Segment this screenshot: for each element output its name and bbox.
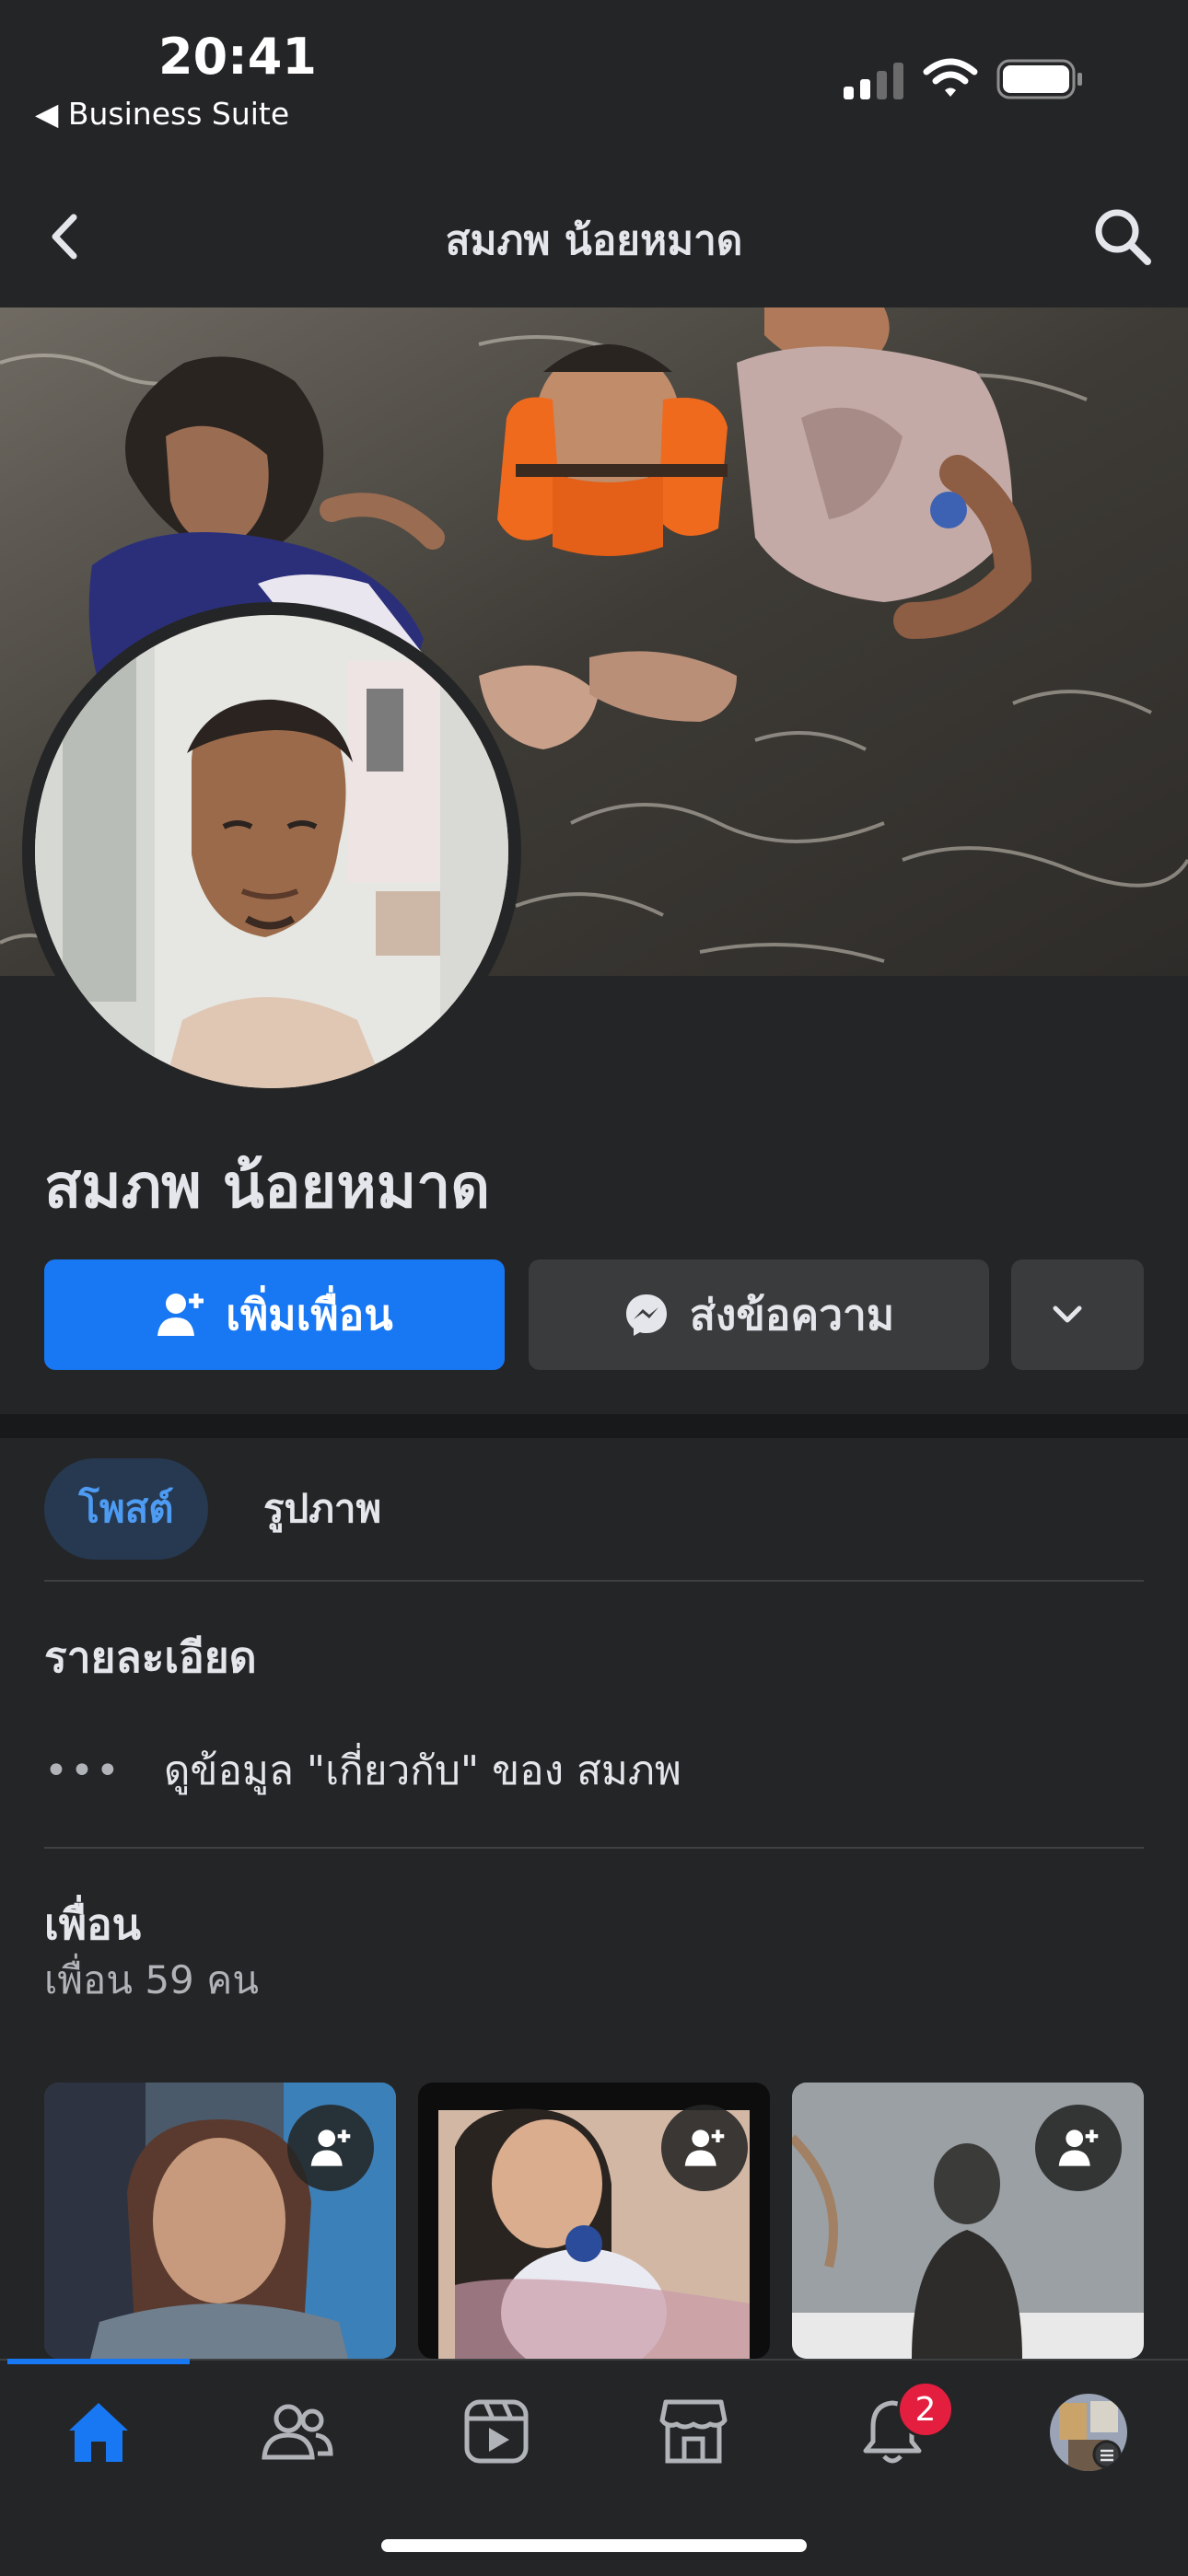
add-friend-button[interactable]: เพิ่มเพื่อน bbox=[44, 1259, 505, 1370]
add-friend-label: เพิ่มเพื่อน bbox=[226, 1289, 393, 1340]
add-friend-icon[interactable] bbox=[287, 2105, 374, 2191]
home-indicator[interactable] bbox=[381, 2539, 807, 2552]
add-friend-icon[interactable] bbox=[661, 2105, 748, 2191]
divider bbox=[44, 1847, 1144, 1849]
message-label: ส่งข้อความ bbox=[689, 1289, 895, 1340]
details-heading: รายละเอียด bbox=[44, 1632, 257, 1682]
back-to-app-link[interactable]: ◀ Business Suite bbox=[35, 96, 289, 132]
message-button[interactable]: ส่งข้อความ bbox=[529, 1259, 989, 1370]
search-icon[interactable] bbox=[1092, 206, 1153, 267]
tab-posts[interactable]: โพสต์ bbox=[44, 1458, 208, 1560]
friend-card[interactable] bbox=[418, 2083, 770, 2359]
about-link[interactable]: ••• ดูข้อมูล "เกี่ยวกับ" ของ สมภพ bbox=[44, 1738, 681, 1803]
friends-icon[interactable] bbox=[256, 2390, 339, 2473]
wifi-icon bbox=[923, 57, 978, 99]
notification-badge: 2 bbox=[897, 2381, 954, 2438]
menu-avatar[interactable] bbox=[1050, 2394, 1127, 2471]
chevron-down-icon bbox=[1053, 1305, 1082, 1323]
divider bbox=[44, 1580, 1144, 1582]
friend-card[interactable] bbox=[44, 2083, 396, 2359]
video-icon[interactable] bbox=[455, 2390, 538, 2473]
about-link-label: ดูข้อมูล "เกี่ยวกับ" ของ สมภพ bbox=[163, 1747, 681, 1794]
add-friend-icon bbox=[157, 1294, 204, 1336]
battery-icon bbox=[996, 59, 1085, 99]
profile-avatar[interactable] bbox=[22, 602, 521, 1101]
friends-heading[interactable]: เพื่อน bbox=[44, 1891, 141, 1958]
active-tab-indicator bbox=[7, 2359, 190, 2364]
friends-count: เพื่อน 59 คน bbox=[44, 1957, 259, 2002]
messenger-icon bbox=[625, 1294, 667, 1336]
status-time: 20:41 bbox=[158, 28, 317, 86]
add-friend-icon[interactable] bbox=[1035, 2105, 1122, 2191]
friend-card[interactable] bbox=[792, 2083, 1144, 2359]
profile-name: สมภพ น้อยหมาด bbox=[44, 1151, 491, 1222]
more-options-button[interactable] bbox=[1011, 1259, 1144, 1370]
section-divider bbox=[0, 1414, 1188, 1438]
page-title: สมภพ น้อยหมาด bbox=[445, 217, 743, 264]
cellular-signal-icon bbox=[842, 63, 906, 99]
more-dots-icon: ••• bbox=[44, 1746, 122, 1794]
tab-photos[interactable]: รูปภาพ bbox=[263, 1458, 381, 1560]
home-icon[interactable] bbox=[57, 2390, 140, 2473]
marketplace-icon[interactable] bbox=[652, 2390, 735, 2473]
